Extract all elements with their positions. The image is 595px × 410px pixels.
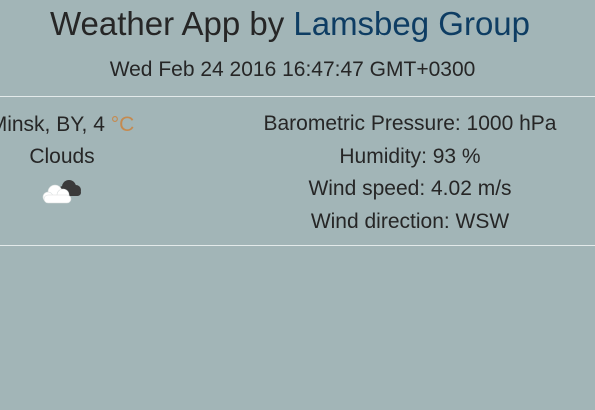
weather-details: Barometric Pressure: 1000 hPa Humidity: … xyxy=(230,108,590,238)
clouds-icon xyxy=(42,180,81,204)
wind-direction-text: Wind direction: WSW xyxy=(310,209,510,233)
location-temperature: Minsk, BY, 4 °C xyxy=(0,109,184,141)
current-datetime: Wed Feb 24 2016 16:47:47 GMT+0300 xyxy=(109,58,476,81)
temperature-value: 4 xyxy=(93,113,105,136)
bottom-divider xyxy=(0,245,595,246)
brand-name: Lamsbeg Group xyxy=(293,5,530,42)
temperature-unit: °C xyxy=(104,113,135,136)
page-title: Weather App by Lamsbeg Group xyxy=(0,4,580,44)
location-label: Minsk, BY, xyxy=(0,113,94,136)
weather-panel: Minsk, BY, 4 °C Clouds Barometric Pressu… xyxy=(0,97,595,245)
app-header: Weather App by Lamsbeg Group Wed Feb 24 … xyxy=(0,0,595,96)
pressure-text: Barometric Pressure: 1000 hPa xyxy=(263,112,557,135)
condition-label: Clouds xyxy=(29,145,95,168)
wind-speed-text: Wind speed: 4.02 m/s xyxy=(308,177,512,200)
title-prefix: Weather App by xyxy=(49,5,294,42)
humidity-text: Humidity: 93 % xyxy=(339,144,481,168)
current-conditions: Minsk, BY, 4 °C Clouds xyxy=(0,109,184,209)
